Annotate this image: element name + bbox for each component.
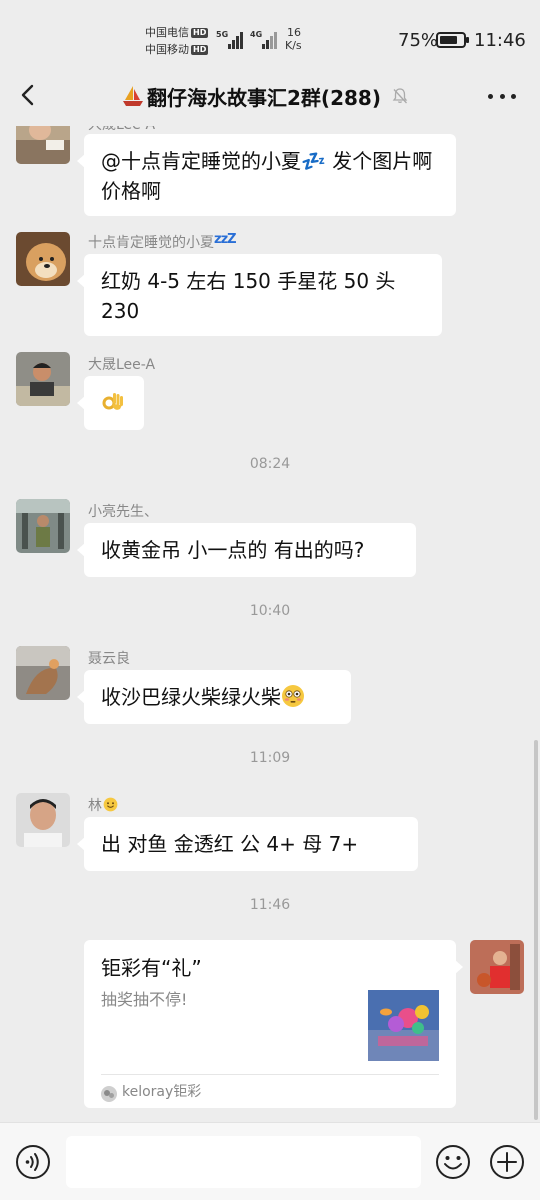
- chat-history[interactable]: 大晟Lee-A @十点肯定睡觉的小夏💤 发个图片啊价格啊 十点肯定睡觉的小夏zz…: [0, 126, 540, 1122]
- avatar[interactable]: [16, 352, 70, 406]
- card-title: 钜彩有“礼”: [101, 956, 202, 980]
- avatar[interactable]: [16, 499, 70, 553]
- mute-bell-icon: [392, 88, 408, 104]
- mini-program-card[interactable]: 钜彩有“礼” 抽奖抽不停! keloray钜彩: [84, 940, 463, 1108]
- speed-unit: K/s: [285, 39, 302, 52]
- carrier-info: 中国电信 HD 中国移动 HD: [145, 24, 209, 58]
- my-avatar[interactable]: [470, 940, 524, 994]
- battery-fill: [440, 36, 457, 44]
- avatar[interactable]: [16, 793, 70, 847]
- status-time: 11:46: [474, 30, 526, 51]
- chat-header: 翻仔海水故事汇2群(288): [0, 66, 540, 126]
- message-text: 收沙巴绿火柴绿火柴: [101, 685, 281, 709]
- timestamp: 10:40: [249, 603, 291, 619]
- voice-input-icon[interactable]: [15, 1144, 51, 1180]
- card-thumbnail: [368, 990, 439, 1061]
- more-options-icon[interactable]: [488, 84, 516, 108]
- message-bubble[interactable]: 收黄金吊 小一点的 有出的吗?: [77, 523, 416, 577]
- back-arrow-icon[interactable]: [14, 80, 44, 110]
- zzz-icon: zzZ: [214, 232, 237, 247]
- message-bubble[interactable]: 红奶 4-5 左右 150 手星花 50 头 230: [77, 254, 442, 336]
- input-bar: [0, 1122, 540, 1200]
- sender-name: 大晟Lee-A: [88, 126, 155, 134]
- hd-badge: HD: [191, 45, 209, 55]
- sender-name: 林: [88, 795, 118, 815]
- sailboat-icon: [123, 86, 144, 106]
- message-bubble[interactable]: 出 对鱼 金透红 公 4+ 母 7+: [77, 817, 418, 871]
- sender-name: 小亮先生、: [88, 504, 158, 520]
- network-speed: 16 K/s: [285, 26, 302, 52]
- card-description: 抽奖抽不停!: [101, 990, 188, 1009]
- avatar[interactable]: [16, 646, 70, 700]
- message-bubble[interactable]: @十点肯定睡觉的小夏💤 发个图片啊价格啊: [77, 134, 456, 216]
- emoji-icon[interactable]: [435, 1144, 471, 1180]
- status-bar: 中国电信 HD 中国移动 HD 5G 4G 16 K/s 75% 11:46: [0, 0, 540, 66]
- group-title: 翻仔海水故事汇2群(288): [147, 85, 381, 110]
- sender-name: 大晟Lee-A: [88, 357, 156, 373]
- timestamp: 11:46: [249, 897, 291, 913]
- smile-emoji-icon: [103, 797, 118, 812]
- timestamp: 08:24: [249, 456, 291, 472]
- battery-icon: [436, 32, 469, 48]
- card-divider: [101, 1074, 439, 1075]
- avatar[interactable]: [16, 232, 70, 286]
- chat-title: 翻仔海水故事汇2群(288): [100, 80, 430, 112]
- battery-percent: 75%: [398, 30, 439, 51]
- signal-4g-icon: 4G: [250, 30, 277, 49]
- message-input[interactable]: [66, 1136, 421, 1188]
- signal-5g-icon: 5G: [216, 30, 243, 49]
- hd-badge: HD: [191, 28, 209, 38]
- card-source: keloray钜彩: [122, 1084, 202, 1100]
- message-bubble[interactable]: 收沙巴绿火柴绿火柴: [77, 670, 351, 724]
- flushed-face-icon: [282, 685, 304, 707]
- message-bubble[interactable]: [77, 376, 144, 430]
- sender-name: 聂云良: [88, 651, 130, 667]
- mini-program-icon: [101, 1086, 117, 1102]
- timestamp: 11:09: [249, 750, 291, 766]
- net-4g-label: 4G: [250, 30, 262, 39]
- avatar[interactable]: [16, 126, 70, 164]
- net-5g-label: 5G: [216, 30, 228, 39]
- carrier-1: 中国电信: [145, 26, 189, 39]
- sender-name: 十点肯定睡觉的小夏zzZ: [88, 232, 237, 251]
- plus-icon[interactable]: [489, 1144, 525, 1180]
- ok-hand-icon: [102, 393, 123, 410]
- scrollbar[interactable]: [534, 740, 538, 1120]
- carrier-2: 中国移动: [145, 43, 189, 56]
- speed-value: 16: [287, 26, 301, 39]
